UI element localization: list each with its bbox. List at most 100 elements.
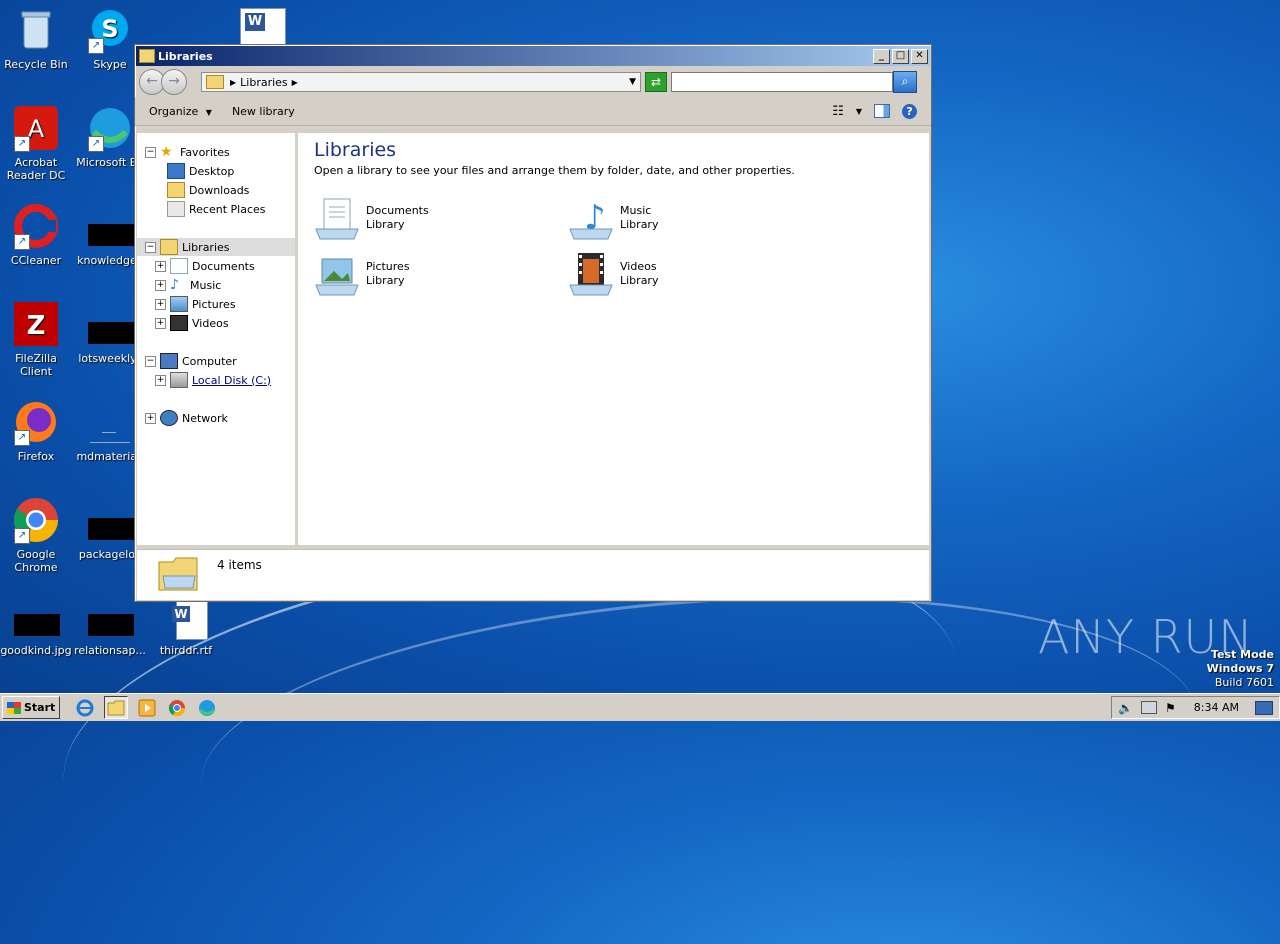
breadcrumb-arrow-icon[interactable]: ▶ — [292, 78, 298, 87]
firefox-icon: ↗ — [12, 398, 60, 446]
nav-local-disk[interactable]: + Local Disk (C:) — [155, 371, 271, 389]
libraries-icon — [160, 239, 178, 255]
title-bar[interactable]: Libraries _ □ ✕ — [136, 46, 930, 66]
music-library-icon: ♪ — [568, 195, 614, 241]
close-button[interactable]: ✕ — [911, 48, 928, 64]
desktop-icon-label: relationsap... — [74, 644, 146, 657]
svg-text:Z: Z — [27, 311, 46, 341]
expand-icon[interactable]: + — [145, 412, 156, 424]
forward-button[interactable]: → — [161, 69, 187, 95]
address-row: ← → ▶ Libraries ▶ ▼ ⇄ ⌕ — [135, 67, 931, 97]
nav-desktop[interactable]: Desktop — [167, 162, 234, 180]
chrome-taskbar-icon[interactable] — [166, 697, 188, 718]
watermark-line: Windows 7 — [1206, 662, 1274, 675]
expand-icon[interactable]: + — [155, 260, 166, 272]
action-center-flag-icon[interactable]: ⚑ — [1165, 701, 1176, 715]
desktop-icon-filezilla[interactable]: Z FileZilla Client — [0, 300, 74, 378]
volume-icon[interactable]: 🔈 — [1118, 701, 1133, 715]
library-pictures[interactable]: Pictures Library — [314, 251, 410, 297]
redacted-file-icon — [86, 604, 134, 640]
clock[interactable]: 8:34 AM — [1194, 701, 1239, 714]
collapse-icon[interactable]: − — [145, 355, 156, 367]
search-icon[interactable]: ⌕ — [893, 71, 917, 93]
nav-label: Libraries — [182, 240, 230, 254]
ccleaner-icon: ↗ — [12, 202, 60, 250]
chevron-down-icon: ▼ — [205, 107, 212, 117]
nav-recent-places[interactable]: Recent Places — [167, 200, 266, 218]
word-document-icon[interactable]: W — [240, 8, 286, 46]
nav-libraries[interactable]: − Libraries — [137, 238, 295, 256]
file-explorer-taskbar-button[interactable] — [104, 696, 129, 719]
media-player-icon[interactable] — [136, 697, 158, 718]
videos-icon — [170, 315, 188, 331]
network-tray-icon[interactable] — [1141, 701, 1158, 714]
start-button[interactable]: Start — [2, 696, 61, 719]
nav-music[interactable]: + ♪ Music — [155, 276, 221, 294]
navigation-pane[interactable]: − ★ Favorites Desktop Downloads Recent Pla… — [137, 133, 298, 545]
search-input[interactable] — [672, 74, 892, 90]
content-pane[interactable]: Libraries Open a library to see your fil… — [298, 133, 929, 545]
search-box[interactable] — [671, 72, 893, 92]
shortcut-arrow-icon: ↗ — [14, 136, 30, 152]
watermark-line: Build 7601 — [1214, 676, 1274, 689]
library-videos[interactable]: Videos Library — [568, 251, 658, 297]
nav-videos[interactable]: + Videos — [155, 314, 229, 332]
shortcut-arrow-icon: ↗ — [88, 38, 104, 54]
desktop-icon-ccleaner[interactable]: ↗ CCleaner — [0, 202, 74, 267]
word-document-icon: W — [162, 600, 210, 640]
library-documents[interactable]: Documents Library — [314, 195, 429, 241]
nav-computer[interactable]: − Computer — [145, 352, 237, 370]
expand-icon[interactable]: + — [155, 317, 166, 329]
preview-pane-icon[interactable] — [874, 104, 890, 118]
computer-icon — [160, 353, 178, 369]
collapse-icon[interactable]: − — [145, 241, 156, 253]
item-count: 4 items — [217, 558, 262, 572]
nav-favorites[interactable]: − ★ Favorites — [145, 143, 230, 161]
libraries-folder-icon — [157, 554, 201, 594]
desktop-icon-label: Firefox — [17, 450, 55, 463]
desktop-icon-relationsap[interactable]: relationsap... — [72, 604, 148, 657]
nav-pictures[interactable]: + Pictures — [155, 295, 236, 313]
address-bar[interactable]: ▶ Libraries ▶ ▼ — [201, 72, 641, 92]
nav-label: Desktop — [189, 164, 235, 178]
show-desktop-icon[interactable] — [1255, 700, 1273, 715]
details-pane: 4 items — [137, 549, 929, 600]
collapse-icon[interactable]: − — [145, 146, 156, 158]
desktop-icon-thirddr[interactable]: W thirddr.rtf — [148, 600, 224, 657]
organize-menu[interactable]: Organize ▼ — [149, 105, 212, 118]
nav-label: Recent Places — [189, 202, 266, 216]
shortcut-arrow-icon: ↗ — [14, 430, 30, 446]
desktop-icon-acrobat[interactable]: A ↗ Acrobat Reader DC — [0, 104, 74, 182]
refresh-button[interactable]: ⇄ — [645, 72, 667, 92]
expand-icon[interactable]: + — [155, 374, 166, 386]
nav-network[interactable]: + Network — [145, 409, 228, 427]
documents-library-icon — [314, 195, 360, 241]
desktop-icon-label: Recycle Bin — [4, 58, 68, 71]
explorer-window[interactable]: Libraries _ □ ✕ ← → ▶ Libraries ▶ ▼ ⇄ ⌕ … — [134, 44, 932, 602]
view-options-icon[interactable]: ☷ — [832, 104, 844, 119]
expand-icon[interactable]: + — [155, 279, 166, 291]
minimize-button[interactable]: _ — [873, 48, 890, 64]
nav-downloads[interactable]: Downloads — [167, 181, 249, 199]
library-type: Library — [366, 274, 405, 287]
desktop-icon-chrome[interactable]: ↗ Google Chrome — [0, 496, 74, 574]
expand-icon[interactable]: + — [155, 298, 166, 310]
breadcrumb-libraries[interactable]: Libraries — [240, 76, 288, 89]
library-music[interactable]: ♪ Music Library — [568, 195, 658, 241]
maximize-button[interactable]: □ — [892, 48, 909, 64]
address-dropdown-icon[interactable]: ▼ — [629, 77, 636, 87]
desktop-icon-goodkind[interactable]: goodkind.jpg — [0, 604, 74, 657]
desktop-icon-recycle-bin[interactable]: Recycle Bin — [0, 6, 74, 71]
help-icon[interactable]: ? — [902, 103, 917, 119]
nav-documents[interactable]: + Documents — [155, 257, 255, 275]
nav-label: Downloads — [189, 183, 250, 197]
desktop-icon-firefox[interactable]: ↗ Firefox — [0, 398, 74, 463]
edge-taskbar-icon[interactable] — [196, 697, 218, 718]
pictures-library-icon — [314, 251, 360, 297]
breadcrumb-arrow-icon[interactable]: ▶ — [230, 78, 236, 87]
internet-explorer-icon[interactable] — [74, 697, 96, 718]
page-title: Libraries — [314, 139, 397, 161]
new-library-button[interactable]: New library — [232, 105, 295, 118]
view-dropdown-icon[interactable]: ▼ — [856, 107, 862, 116]
nav-label: Network — [182, 411, 228, 425]
